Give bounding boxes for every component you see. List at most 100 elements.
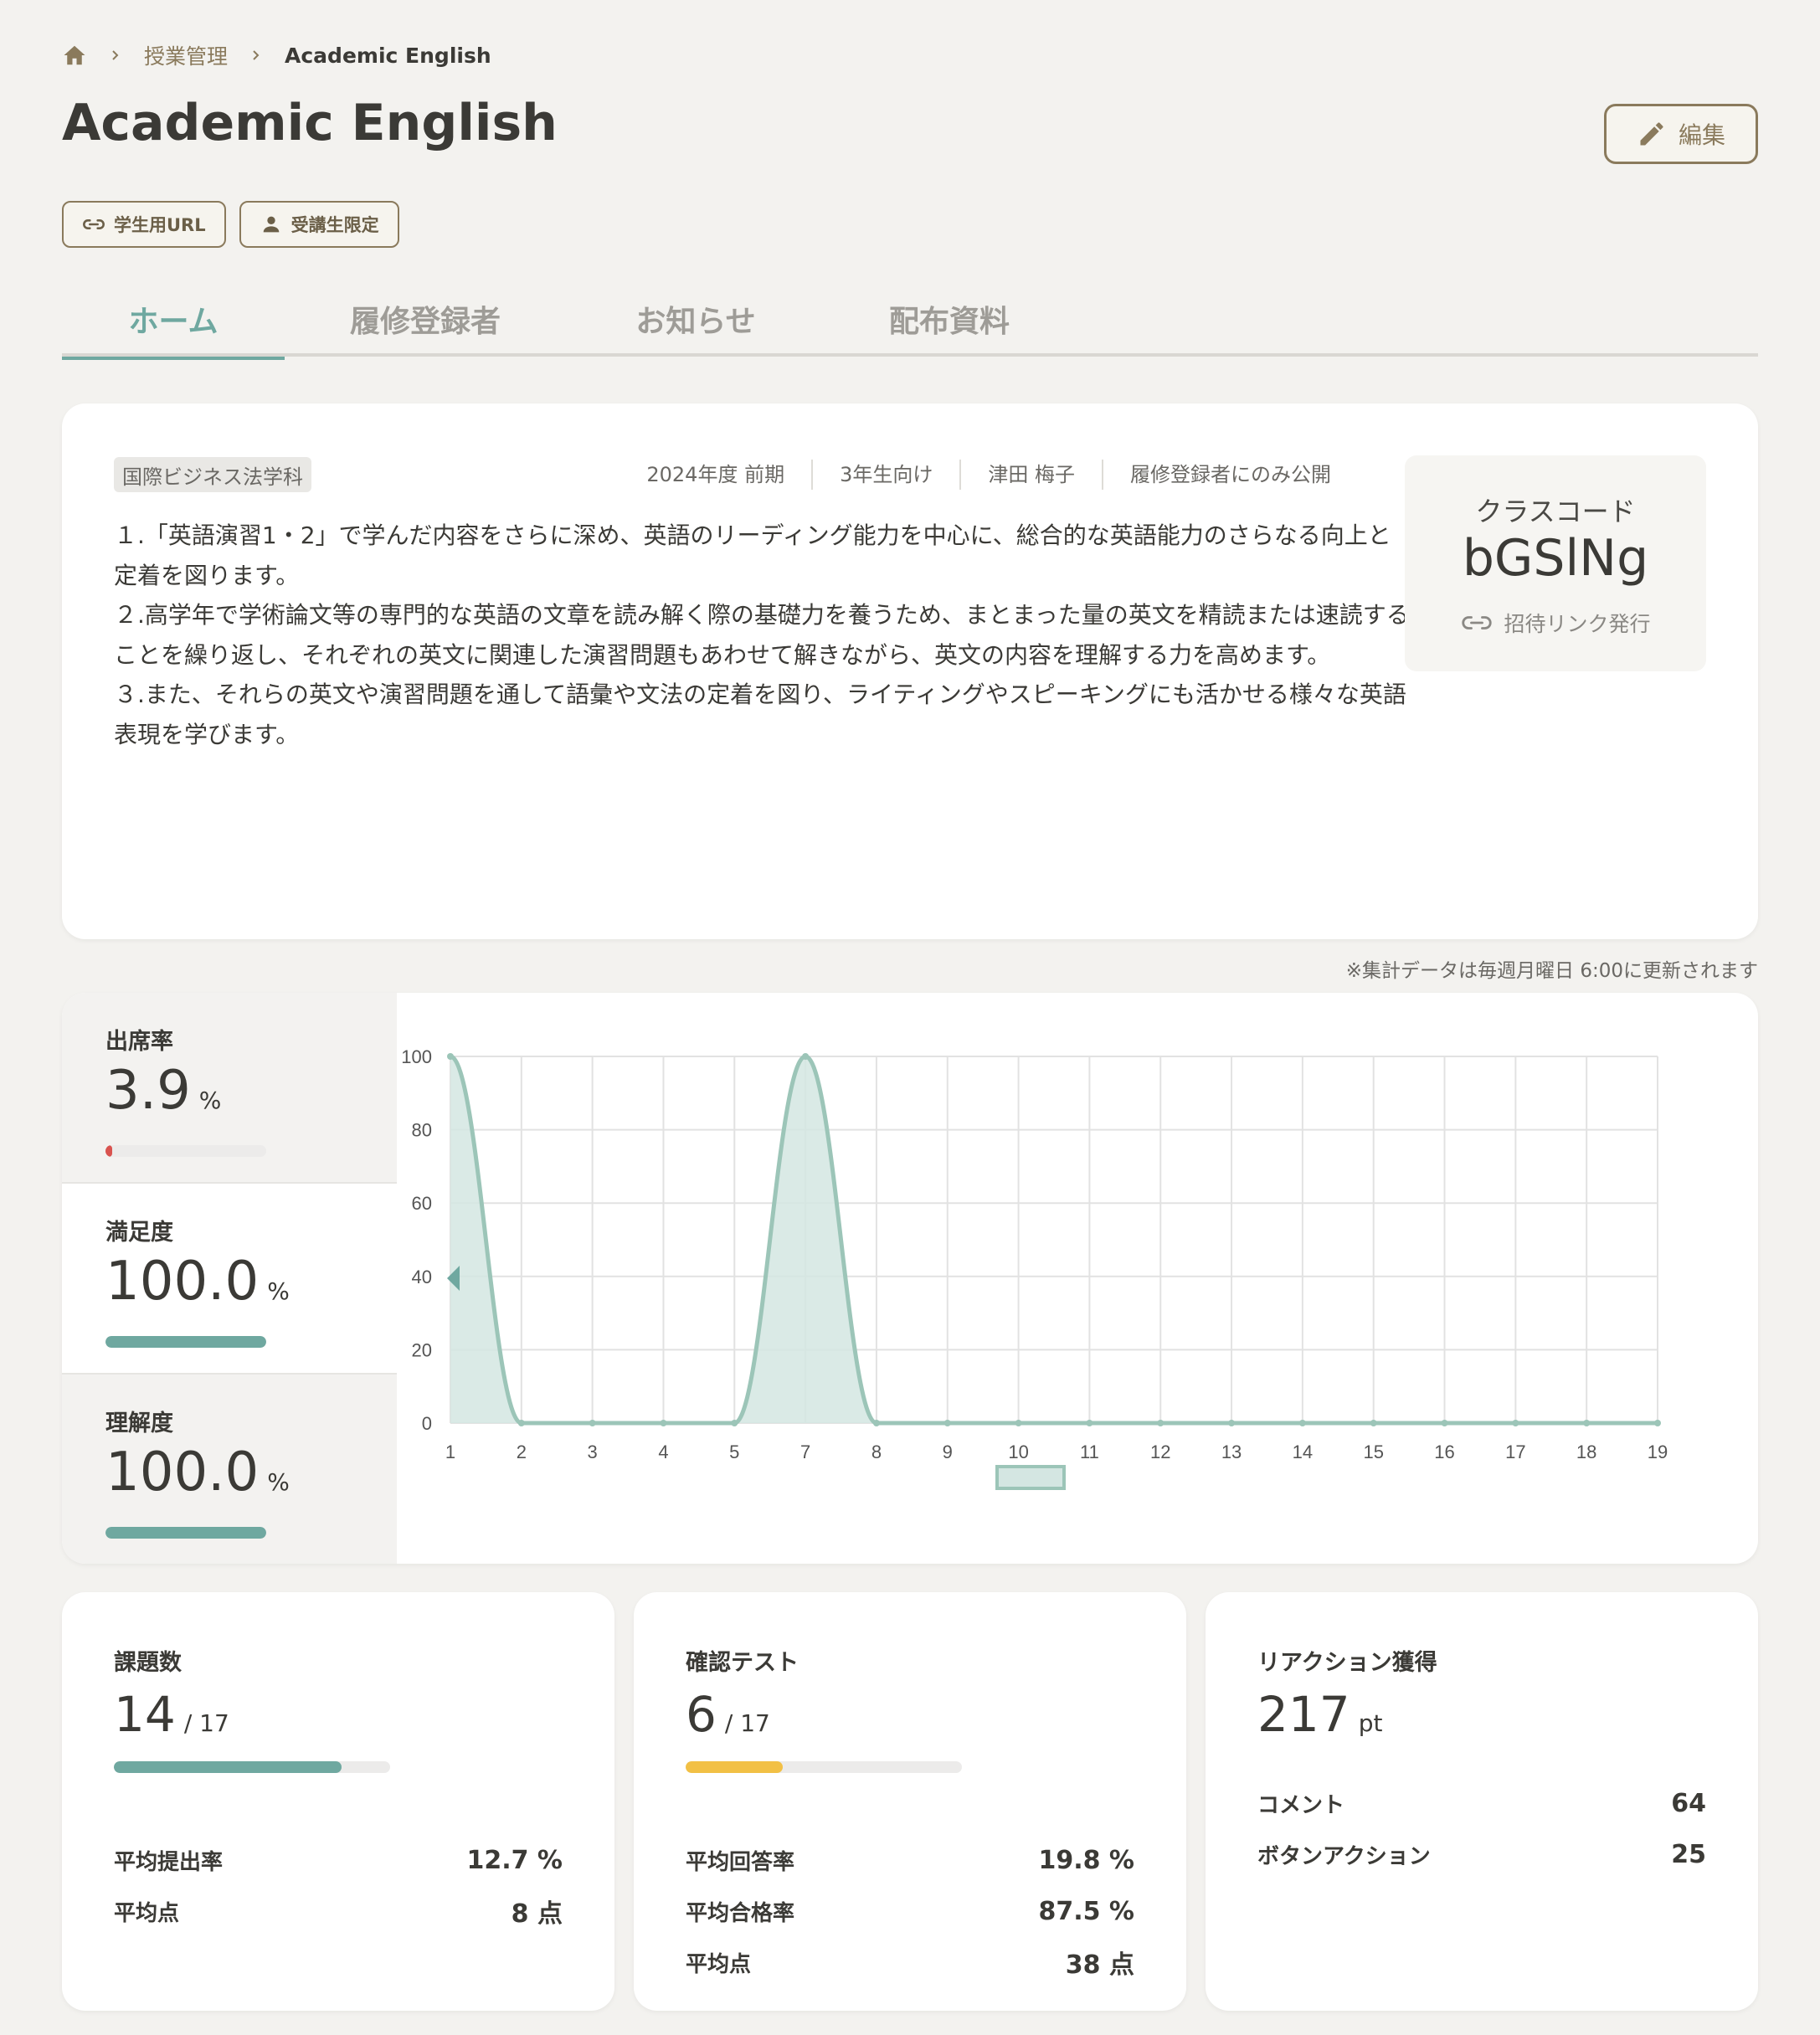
class-code-box: クラスコード bGSlNg 招待リンク発行 [1405, 455, 1706, 671]
x-tick-label: 5 [729, 1441, 739, 1462]
link-icon [1462, 616, 1493, 630]
data-point [802, 1053, 810, 1060]
x-tick-label: 15 [1363, 1441, 1383, 1462]
data-point [1441, 1420, 1448, 1426]
legend-swatch [995, 1465, 1066, 1490]
data-point [1086, 1420, 1093, 1426]
data-point [1512, 1420, 1519, 1426]
metric-selector: 出席率 3.9% 満足度 100.0% 理解度 100.0% [62, 993, 397, 1564]
data-point [731, 1420, 738, 1426]
home-icon[interactable] [62, 43, 87, 68]
data-point [943, 1420, 951, 1426]
class-code-value: bGSlNg [1462, 529, 1649, 588]
visibility: 履修登録者にのみ公開 [1102, 460, 1331, 490]
student-url-tag[interactable]: 学生用URL [62, 201, 226, 248]
data-point [589, 1420, 596, 1426]
person-icon [263, 216, 279, 233]
y-tick-label: 60 [412, 1193, 432, 1214]
data-point [1157, 1420, 1164, 1426]
metric-value: 100.0% [105, 1441, 290, 1503]
edit-button[interactable]: 編集 [1604, 104, 1758, 164]
test-count: 6/ 17 [686, 1686, 770, 1743]
y-tick-label: 100 [401, 1046, 432, 1067]
breadcrumb: 授業管理 Academic English [62, 40, 491, 70]
x-tick-label: 13 [1221, 1441, 1242, 1462]
x-tick-label: 12 [1150, 1441, 1170, 1462]
stat-row: 平均回答率 19.8 % [686, 1845, 1134, 1875]
tab-home[interactable]: ホーム [62, 281, 285, 360]
metric-label: 理解度 [105, 1411, 173, 1436]
y-tick-label: 80 [412, 1120, 432, 1141]
update-notice: ※集計データは毎週月曜日 6:00に更新されます [1345, 960, 1758, 982]
page-title: Academic English [62, 94, 558, 152]
stats-card: 出席率 3.9% 満足度 100.0% 理解度 100.0% 0 20 40 60 80… [62, 993, 1758, 1564]
data-point [1370, 1420, 1377, 1426]
series-area [450, 1056, 1658, 1423]
reactions-card: リアクション獲得 217 pt コメント 64 ボタンアクション 25 [1206, 1592, 1758, 2011]
tab-enrollees[interactable]: 履修登録者 [285, 281, 566, 357]
x-tick-label: 11 [1080, 1441, 1099, 1462]
stat-row: 平均点 8 点 [114, 1899, 563, 1929]
metric-value: 3.9% [105, 1060, 222, 1122]
data-point [517, 1420, 525, 1426]
link-icon [83, 219, 105, 229]
invite-link-button[interactable]: 招待リンク発行 [1405, 608, 1706, 638]
stat-row: 平均合格率 87.5 % [686, 1896, 1134, 1926]
class-code-label: クラスコード [1475, 496, 1636, 527]
x-tick-label: 4 [658, 1441, 668, 1462]
department-badge: 国際ビジネス法学科 [114, 457, 311, 492]
tab-materials[interactable]: 配布資料 [825, 281, 1073, 357]
data-point [1654, 1420, 1661, 1426]
course-overview-card: 国際ビジネス法学科 2024年度 前期 3年生向け 津田 梅子 履修登録者にのみ… [62, 403, 1758, 939]
invite-link-label: 招待リンク発行 [1504, 612, 1651, 636]
metric-progress [105, 1527, 266, 1539]
tab-announcements[interactable]: お知らせ [566, 281, 825, 357]
course-description: １.「英語演習1・2」で学んだ内容をさらに深め、英語のリーディング能力を中心に、… [114, 516, 1411, 754]
x-tick-label: 7 [800, 1441, 810, 1462]
target-grade: 3年生向け [811, 460, 959, 490]
y-tick-label: 0 [422, 1413, 432, 1434]
x-tick-label: 14 [1293, 1441, 1313, 1462]
enrolled-only-label: 受講生限定 [290, 215, 379, 235]
metric-attendance[interactable]: 出席率 3.9% [62, 993, 397, 1182]
tab-bar: ホーム 履修登録者 お知らせ 配布資料 [62, 281, 1758, 360]
x-tick-label: 10 [1008, 1441, 1028, 1462]
card-title: 課題数 [114, 1650, 182, 1676]
x-tick-label: 17 [1505, 1441, 1525, 1462]
stat-row: 平均提出率 12.7 % [114, 1845, 563, 1875]
student-url-label: 学生用URL [114, 215, 206, 235]
enrolled-only-tag[interactable]: 受講生限定 [239, 201, 399, 248]
data-point [1015, 1420, 1022, 1426]
description-line: ２.高学年で学術論文等の専門的な英語の文章を読み解く際の基礎力を養うため、まとま… [114, 601, 1410, 669]
metric-progress [105, 1145, 266, 1157]
metric-understanding[interactable]: 理解度 100.0% [62, 1375, 397, 1564]
assignment-progress [114, 1761, 390, 1773]
breadcrumb-link-class-management[interactable]: 授業管理 [144, 40, 228, 70]
metric-satisfaction[interactable]: 満足度 100.0% [62, 1184, 397, 1373]
instructor: 津田 梅子 [959, 460, 1102, 490]
assignment-count: 14/ 17 [114, 1686, 229, 1743]
card-title: 確認テスト [686, 1650, 799, 1676]
stat-row: ボタンアクション 25 [1257, 1839, 1706, 1869]
x-tick-label: 1 [445, 1441, 455, 1462]
tests-card: 確認テスト 6/ 17 平均回答率 19.8 % 平均合格率 87.5 % 平均点 3… [634, 1592, 1186, 2011]
pencil-icon [1640, 122, 1663, 146]
x-tick-label: 16 [1434, 1441, 1454, 1462]
x-tick-label: 3 [588, 1441, 598, 1462]
metric-value: 100.0% [105, 1251, 290, 1313]
x-tick-label: 9 [943, 1441, 953, 1462]
test-progress [686, 1761, 962, 1773]
data-point [1298, 1420, 1306, 1426]
chevron-right-icon [253, 50, 260, 60]
reaction-points: 217 pt [1257, 1686, 1383, 1743]
area-chart: 0204060801001 2 3 4 5 7 8 9 10 11 12 13 14 15 16 17 18 19 [401, 1046, 1668, 1490]
breadcrumb-current: Academic English [285, 43, 491, 68]
stat-row: コメント 64 [1257, 1788, 1706, 1818]
tag-row: 学生用URL 受講生限定 [62, 201, 399, 248]
data-point [1228, 1420, 1236, 1426]
x-tick-label: 18 [1576, 1441, 1596, 1462]
series-line [449, 1054, 1658, 1426]
description-line: １.「英語演習1・2」で学んだ内容をさらに深め、英語のリーディング能力を中心に、… [114, 522, 1391, 589]
data-point [660, 1420, 667, 1426]
metric-progress [105, 1336, 266, 1348]
